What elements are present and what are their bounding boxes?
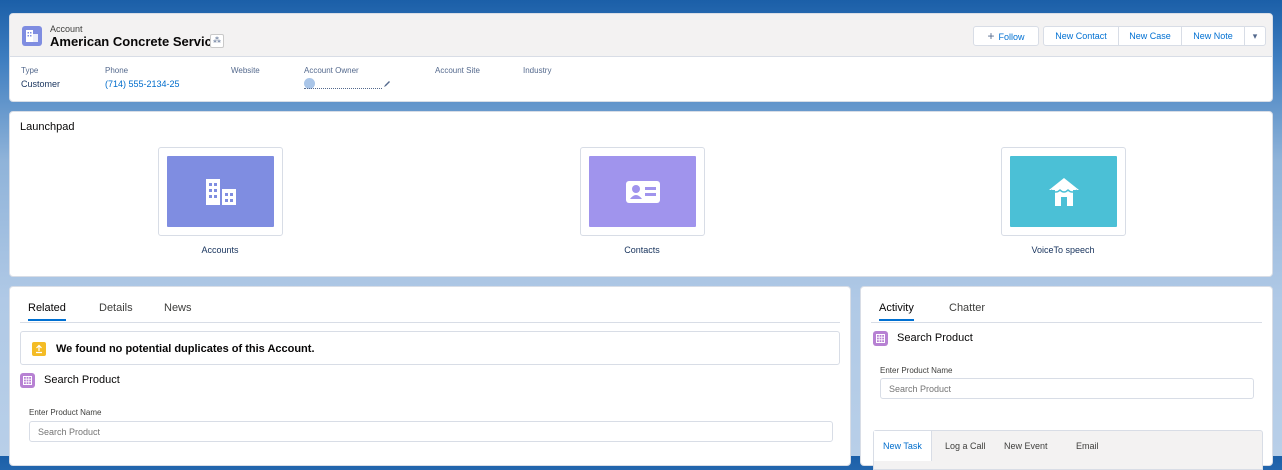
follow-button[interactable]: + Follow bbox=[973, 26, 1039, 46]
duplicate-alert-icon bbox=[32, 342, 46, 356]
activity-search-product-input[interactable] bbox=[880, 378, 1254, 399]
field-phone-value[interactable]: (714) 555-2134-25 bbox=[105, 79, 180, 89]
launchpad-card: Launchpad Accounts Contacts VoiceTo spee… bbox=[9, 111, 1273, 277]
related-panel: Related Details News We found no potenti… bbox=[9, 286, 851, 466]
product-table-icon bbox=[873, 331, 888, 346]
more-actions-chevron-down-icon[interactable]: ▾ bbox=[1244, 26, 1266, 46]
account-icon bbox=[22, 26, 42, 46]
hut-icon bbox=[1048, 177, 1079, 206]
activity-search-product-title: Search Product bbox=[897, 332, 973, 344]
search-product-input[interactable] bbox=[29, 421, 833, 442]
activity-panel: Activity Chatter Search Product Enter Pr… bbox=[860, 286, 1273, 470]
product-table-icon bbox=[20, 373, 35, 388]
duplicates-message: We found no potential duplicates of this… bbox=[56, 343, 315, 355]
duplicates-alert: We found no potential duplicates of this… bbox=[20, 331, 840, 365]
launchpad-title: Launchpad bbox=[20, 121, 75, 133]
record-header: Account American Concrete Service ⁂ + Fol… bbox=[9, 13, 1273, 102]
follow-label: Follow bbox=[998, 32, 1025, 42]
tab-activity[interactable]: Activity bbox=[879, 302, 914, 321]
tile-voice-to-speech-label[interactable]: VoiceTo speech bbox=[983, 245, 1143, 255]
field-account-owner: Account Owner bbox=[304, 66, 390, 89]
follow-group: + Follow bbox=[973, 26, 1039, 46]
plus-icon: + bbox=[987, 29, 995, 43]
new-note-button[interactable]: New Note bbox=[1181, 26, 1245, 46]
tab-news[interactable]: News bbox=[164, 302, 192, 319]
tile-accounts-label[interactable]: Accounts bbox=[140, 245, 300, 255]
tile-accounts[interactable] bbox=[158, 147, 283, 236]
field-phone: Phone (714) 555-2134-25 bbox=[105, 66, 180, 89]
object-label: Account bbox=[50, 24, 83, 34]
view-hierarchy-button[interactable]: ⁂ bbox=[210, 34, 224, 48]
tab-related[interactable]: Related bbox=[28, 302, 66, 321]
new-case-button[interactable]: New Case bbox=[1118, 26, 1182, 46]
new-contact-button[interactable]: New Contact bbox=[1043, 26, 1119, 46]
field-industry: Industry bbox=[523, 66, 551, 79]
record-title: American Concrete Service bbox=[50, 34, 220, 49]
activity-product-name-label: Enter Product Name bbox=[880, 366, 953, 375]
activity-tab-bar: Activity Chatter bbox=[871, 300, 1262, 323]
field-website-label: Website bbox=[231, 66, 260, 75]
activity-publisher: New Task Log a Call New Event Email bbox=[873, 430, 1263, 470]
tile-contacts[interactable] bbox=[580, 147, 705, 236]
field-type-label: Type bbox=[21, 66, 39, 75]
field-industry-label: Industry bbox=[523, 66, 552, 75]
field-type-value: Customer bbox=[21, 79, 61, 89]
tile-accounts-face bbox=[167, 156, 274, 227]
tile-voice-to-speech[interactable] bbox=[1001, 147, 1126, 236]
field-phone-label: Phone bbox=[105, 66, 129, 75]
search-product-title: Search Product bbox=[44, 374, 120, 386]
related-tab-bar: Related Details News bbox=[20, 300, 840, 323]
publisher-tab-log-a-call[interactable]: Log a Call bbox=[945, 431, 986, 461]
publisher-tab-new-task[interactable]: New Task bbox=[874, 431, 932, 461]
building-icon bbox=[205, 178, 236, 205]
field-account-site-label: Account Site bbox=[435, 66, 480, 75]
owner-name-link[interactable] bbox=[304, 80, 382, 89]
publisher-tab-email[interactable]: Email bbox=[1076, 431, 1099, 461]
change-owner-icon[interactable] bbox=[383, 80, 391, 88]
record-header-top: Account American Concrete Service ⁂ + Fol… bbox=[10, 14, 1272, 57]
field-account-site: Account Site bbox=[435, 66, 480, 79]
tab-details[interactable]: Details bbox=[99, 302, 133, 319]
publisher-tab-new-event[interactable]: New Event bbox=[1004, 431, 1048, 461]
field-account-owner-label: Account Owner bbox=[304, 66, 359, 75]
action-button-group: New Contact New Case New Note ▾ bbox=[1043, 26, 1266, 46]
tile-contacts-face bbox=[589, 156, 696, 227]
tile-contacts-label[interactable]: Contacts bbox=[562, 245, 722, 255]
product-name-label: Enter Product Name bbox=[29, 408, 102, 417]
field-website: Website bbox=[231, 66, 260, 79]
field-type: Type Customer bbox=[21, 66, 60, 89]
tab-chatter[interactable]: Chatter bbox=[949, 302, 985, 319]
tile-voice-face bbox=[1010, 156, 1117, 227]
contact-card-icon bbox=[625, 180, 660, 203]
